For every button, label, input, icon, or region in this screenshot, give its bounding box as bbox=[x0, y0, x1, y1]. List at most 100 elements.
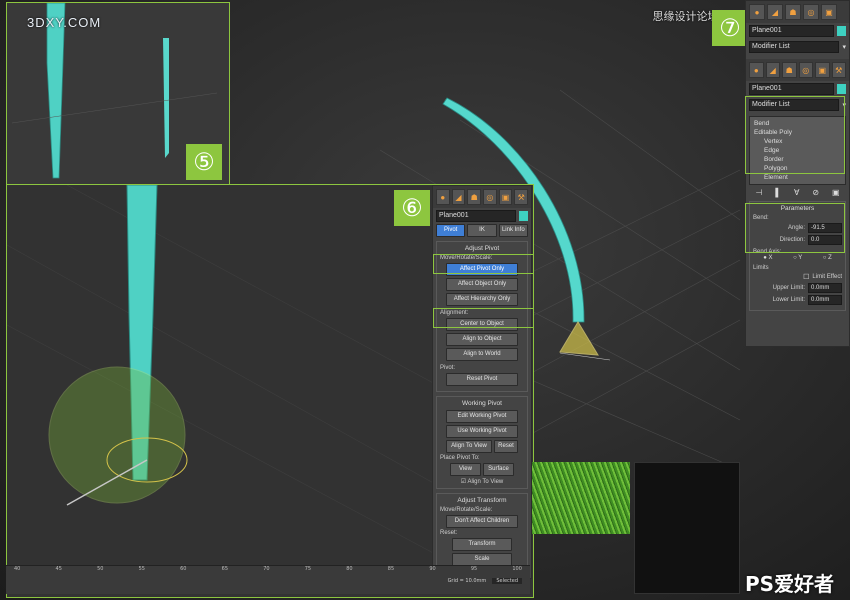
motion-tab-icon[interactable]: ◎ bbox=[803, 4, 819, 20]
highlight-modifier-stack bbox=[745, 96, 845, 174]
modify-tab-icon[interactable]: ◢ bbox=[765, 62, 780, 78]
reset-label: Reset: bbox=[440, 530, 458, 536]
limit-effect-checkbox[interactable]: ☐ bbox=[803, 273, 809, 281]
modify-tab-icon[interactable]: ◢ bbox=[451, 189, 466, 205]
dropdown-arrow-icon[interactable]: ▾ bbox=[842, 43, 846, 51]
grid-readout: Grid = 10.0mm bbox=[447, 578, 487, 584]
align-to-world-button[interactable]: Align to World bbox=[446, 348, 518, 361]
selection-dropdown[interactable]: Selected bbox=[492, 578, 522, 584]
affect-hierarchy-only-button[interactable]: Affect Hierarchy Only bbox=[446, 293, 518, 306]
lower-limit-label: Lower Limit: bbox=[772, 297, 805, 303]
timeline-tick: 65 bbox=[221, 566, 229, 572]
step-badge-six: ⑥ bbox=[394, 190, 430, 226]
timeline-tick: 45 bbox=[55, 566, 62, 572]
pivot-label: Pivot: bbox=[440, 365, 456, 371]
axis-y-label: Y bbox=[798, 255, 803, 261]
working-pivot-title[interactable]: Working Pivot bbox=[440, 400, 524, 407]
reset-pivot-button[interactable]: Reset Pivot bbox=[446, 373, 518, 386]
lower-limit-spinner[interactable]: 0.0mm bbox=[808, 295, 842, 305]
working-pivot-rollout: Working Pivot Edit Working Pivot Use Wor… bbox=[436, 396, 528, 489]
adjust-pivot-title[interactable]: Adjust Pivot bbox=[440, 245, 524, 252]
use-working-pivot-button[interactable]: Use Working Pivot bbox=[446, 425, 518, 438]
timeline-tick: 55 bbox=[138, 566, 145, 572]
configure-sets-icon[interactable]: ▣ bbox=[832, 188, 840, 197]
edit-working-pivot-button[interactable]: Edit Working Pivot bbox=[446, 410, 518, 423]
timeline-tick: 60 bbox=[180, 566, 187, 572]
timeline-tick: 40 bbox=[14, 566, 21, 572]
timeline-tick: 90 bbox=[429, 566, 436, 572]
align-to-object-button[interactable]: Align to Object bbox=[446, 333, 518, 346]
utilities-tab-icon[interactable]: ⚒ bbox=[831, 62, 846, 78]
top-object-name-field[interactable]: Plane001 bbox=[749, 25, 834, 37]
reset-working-button[interactable]: Reset bbox=[494, 440, 518, 453]
hierarchy-tab-icon[interactable]: ☗ bbox=[467, 189, 482, 205]
display-tab-icon[interactable]: ▣ bbox=[821, 4, 837, 20]
align-to-view-checkbox-label: Align To View bbox=[467, 479, 504, 485]
top-command-tabs: ● ◢ ☗ ◎ ▣ bbox=[746, 1, 849, 23]
object-name-field[interactable]: Plane001 bbox=[436, 210, 516, 222]
affect-object-only-button[interactable]: Affect Object Only bbox=[446, 278, 518, 291]
hierarchy-tab-icon[interactable]: ☗ bbox=[785, 4, 801, 20]
object-color-swatch[interactable] bbox=[837, 84, 846, 94]
axis-z-label: Z bbox=[828, 255, 832, 261]
pivot-tab[interactable]: Pivot bbox=[436, 224, 466, 237]
axis-z-radio[interactable]: ○ Z bbox=[823, 255, 832, 261]
highlight-affect-pivot bbox=[433, 254, 534, 274]
pin-stack-icon[interactable]: ⊣ bbox=[755, 188, 762, 197]
timeline-tick: 80 bbox=[346, 566, 353, 572]
top-color-swatch[interactable] bbox=[837, 26, 846, 36]
object-color-swatch[interactable] bbox=[519, 211, 528, 221]
display-tab-icon[interactable]: ▣ bbox=[815, 62, 830, 78]
limits-label: Limits bbox=[753, 265, 769, 271]
link-info-tab[interactable]: Link Info bbox=[498, 224, 528, 237]
dont-affect-children-button[interactable]: Don't Affect Children bbox=[446, 515, 518, 528]
surface-button[interactable]: Surface bbox=[483, 463, 514, 476]
top-modifier-list[interactable]: Modifier List bbox=[749, 41, 840, 53]
axis-x-radio[interactable]: ● X bbox=[763, 255, 772, 261]
display-tab-icon[interactable]: ▣ bbox=[498, 189, 513, 205]
site-watermark-left: 3DXY.COM bbox=[27, 15, 102, 30]
timeline-tick: 95 bbox=[470, 566, 478, 572]
axis-x-label: X bbox=[768, 255, 773, 261]
utilities-tab-icon[interactable]: ⚒ bbox=[514, 189, 529, 205]
ik-tab[interactable]: IK bbox=[467, 224, 497, 237]
timeline-tick: 100 bbox=[512, 566, 522, 572]
move-rotate-scale-label-2: Move/Rotate/Scale: bbox=[440, 507, 493, 513]
timeline-tick: 70 bbox=[263, 566, 270, 572]
timeline-tick: 75 bbox=[304, 566, 312, 572]
make-unique-icon[interactable]: ∀ bbox=[794, 188, 799, 197]
hierarchy-tab-icon[interactable]: ☗ bbox=[782, 62, 797, 78]
align-to-view-button[interactable]: Align To View bbox=[446, 440, 492, 453]
timeline[interactable]: 40 45 50 55 60 65 70 75 80 85 90 95 100 Grid = 10.0m… bbox=[6, 565, 530, 594]
step-badge-seven: ⑦ bbox=[712, 10, 748, 46]
motion-tab-icon[interactable]: ◎ bbox=[483, 189, 497, 205]
place-pivot-label: Place Pivot To: bbox=[440, 455, 480, 461]
step-badge-five: ⑤ bbox=[186, 144, 222, 180]
highlight-center-object bbox=[433, 308, 534, 328]
show-end-result-icon[interactable]: ▌ bbox=[775, 188, 781, 197]
create-tab-icon[interactable]: ● bbox=[749, 4, 765, 20]
axis-y-radio[interactable]: ○ Y bbox=[793, 255, 802, 261]
command-tabs-2: ● ◢ ☗ ◎ ▣ ⚒ bbox=[746, 59, 849, 81]
remove-modifier-icon[interactable]: ⊘ bbox=[812, 188, 819, 197]
highlight-bend-parameters bbox=[745, 203, 845, 253]
limit-effect-label: Limit Effect bbox=[812, 274, 842, 280]
upper-limit-spinner[interactable]: 0.0mm bbox=[808, 283, 842, 293]
stack-tools: ⊣ ▌ ∀ ⊘ ▣ bbox=[749, 188, 846, 197]
object-name-field[interactable]: Plane001 bbox=[749, 83, 834, 95]
main-viewport[interactable]: 思缘设计论坛 www.MISSYUAN.COM 3DXY.COM ⑤ ⑥ ⑦ ●… bbox=[0, 0, 850, 600]
upper-limit-label: Upper Limit: bbox=[772, 285, 805, 291]
timeline-tick: 50 bbox=[97, 566, 104, 572]
modify-tab-icon[interactable]: ◢ bbox=[767, 4, 783, 20]
command-tabs: ● ◢ ☗ ◎ ▣ ⚒ bbox=[433, 186, 531, 208]
create-tab-icon[interactable]: ● bbox=[436, 189, 450, 205]
hierarchy-panel: ● ◢ ☗ ◎ ▣ ⚒ Plane001 Pivot IK Link Info … bbox=[432, 185, 532, 579]
adjust-transform-title[interactable]: Adjust Transform bbox=[440, 497, 524, 504]
view-button[interactable]: View bbox=[450, 463, 481, 476]
transform-button[interactable]: Transform bbox=[452, 538, 512, 551]
stack-item-element[interactable]: Element bbox=[750, 173, 845, 182]
create-tab-icon[interactable]: ● bbox=[749, 62, 764, 78]
footer-watermark: PS爱好者 bbox=[745, 572, 835, 596]
adjust-transform-rollout: Adjust Transform Move/Rotate/Scale: Don'… bbox=[436, 493, 528, 572]
motion-tab-icon[interactable]: ◎ bbox=[798, 62, 813, 78]
